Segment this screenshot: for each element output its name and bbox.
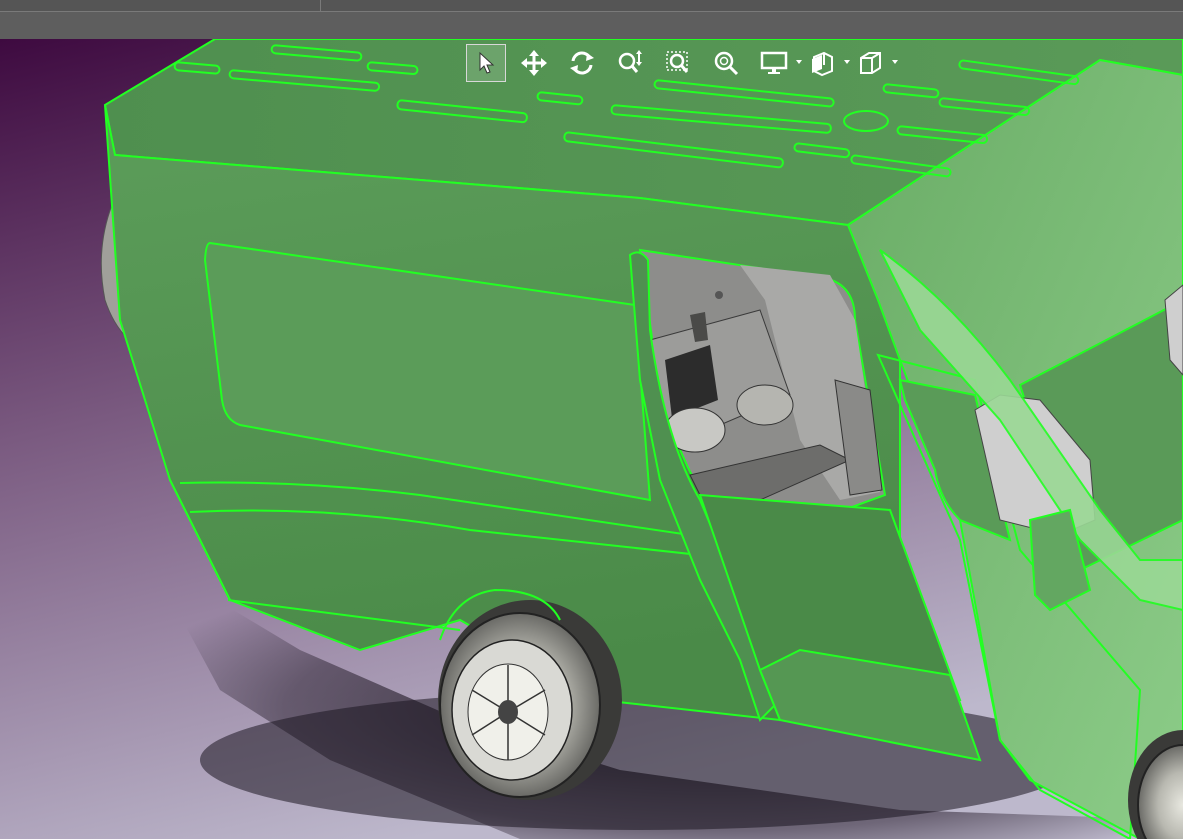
- zoom-area-icon: [666, 51, 689, 73]
- document-tab-strip: [0, 0, 1183, 12]
- rear-wheel: [438, 600, 622, 800]
- application-top-bar: [0, 0, 1183, 39]
- zoom-area-button[interactable]: [658, 44, 698, 82]
- cursor-arrow-icon: [479, 51, 495, 74]
- pan-tool-button[interactable]: [514, 44, 554, 82]
- select-tool-button[interactable]: [466, 44, 506, 82]
- monitor-display-icon: [760, 51, 788, 74]
- zoom-in-out-button[interactable]: [610, 44, 650, 82]
- view-orientation-button[interactable]: [850, 44, 898, 82]
- pan-move-icon: [521, 50, 547, 76]
- cube-view-icon: [860, 52, 881, 74]
- section-view-icon: [812, 51, 833, 77]
- zoom-fit-button[interactable]: [706, 44, 746, 82]
- rotate-tool-button[interactable]: [562, 44, 602, 82]
- tab-divider: [320, 0, 321, 11]
- rotate-icon: [570, 51, 594, 75]
- view-toolbar: [466, 43, 898, 83]
- zoom-in-out-icon: [618, 50, 642, 73]
- zoom-fit-icon: [714, 51, 739, 76]
- display-mode-button[interactable]: [754, 44, 802, 82]
- 3d-viewport[interactable]: [0, 39, 1183, 839]
- section-view-button[interactable]: [802, 44, 850, 82]
- view-orientation-dropdown-caret[interactable]: [892, 60, 898, 64]
- 3d-scene[interactable]: [0, 39, 1183, 839]
